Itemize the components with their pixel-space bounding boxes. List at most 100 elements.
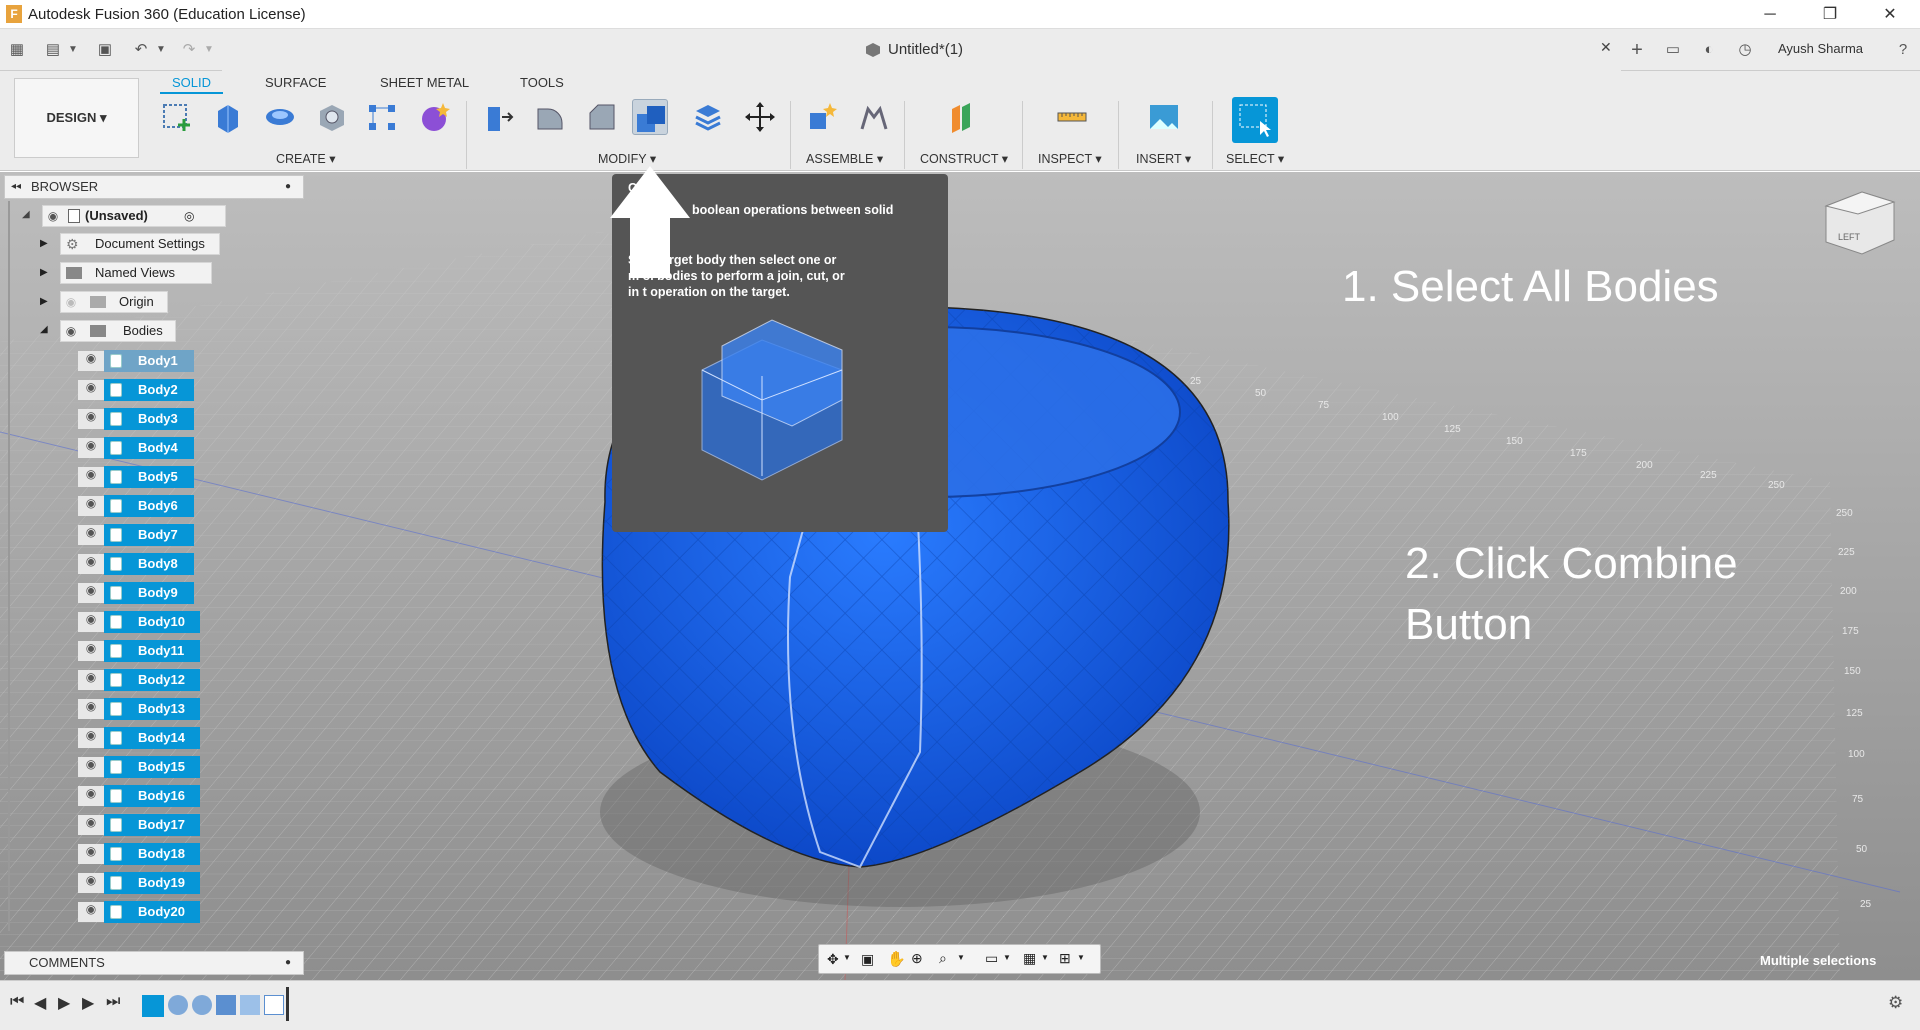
visibility-eye-icon[interactable]: ◉ xyxy=(44,209,62,225)
help-icon[interactable]: ? xyxy=(1892,39,1914,61)
folder-label[interactable]: Named Views xyxy=(60,262,212,284)
body-label[interactable]: Body6 xyxy=(104,495,194,517)
visibility-eye-icon[interactable]: ◉ xyxy=(78,380,104,400)
timeline-revolve-feature[interactable] xyxy=(192,995,212,1015)
visibility-eye-icon[interactable]: ◉ xyxy=(78,641,104,661)
play-icon[interactable]: ▶ xyxy=(58,993,70,1013)
close-window-button[interactable]: ✕ xyxy=(1860,0,1920,29)
fillet-icon[interactable] xyxy=(532,99,568,135)
body-label[interactable]: Body5 xyxy=(104,466,194,488)
body-label[interactable]: Body7 xyxy=(104,524,194,546)
timeline-pattern-feature[interactable] xyxy=(240,995,260,1015)
expand-toggle-icon[interactable]: ◢ xyxy=(40,324,48,335)
go-to-end-icon[interactable]: ⏭ xyxy=(106,993,120,1011)
visibility-eye-icon[interactable]: ◉ xyxy=(78,612,104,632)
body-label[interactable]: Body15 xyxy=(104,756,200,778)
tab-solid[interactable]: SOLID xyxy=(160,75,224,94)
timeline-sketch-feature[interactable] xyxy=(142,995,164,1017)
notifications-icon[interactable]: ▭ xyxy=(1662,39,1684,61)
step-back-icon[interactable]: ◀ xyxy=(34,993,46,1013)
expand-toggle-icon[interactable]: ◢ xyxy=(22,209,30,220)
save-icon[interactable]: ▣ xyxy=(94,39,116,61)
body-label[interactable]: Body12 xyxy=(104,669,200,691)
body-label[interactable]: Body8 xyxy=(104,553,194,575)
clock-icon[interactable]: ◷ xyxy=(1734,39,1756,61)
timeline-marker[interactable] xyxy=(286,987,289,1021)
go-to-start-icon[interactable]: ⏮ xyxy=(10,993,24,1011)
body-label[interactable]: Body2 xyxy=(104,379,194,401)
body-label[interactable]: Body4 xyxy=(104,437,194,459)
visibility-eye-icon[interactable]: ◉ xyxy=(78,902,104,922)
body-label[interactable]: Body16 xyxy=(104,785,200,807)
chamfer-icon[interactable] xyxy=(584,99,620,135)
restore-button[interactable]: ❐ xyxy=(1800,0,1860,29)
body-label[interactable]: Body11 xyxy=(104,640,200,662)
chevron-down-icon[interactable]: ▼ xyxy=(957,953,965,962)
grid-settings-icon[interactable]: ▦ xyxy=(1023,950,1036,967)
visibility-eye-icon[interactable]: ◉ xyxy=(78,496,104,516)
zoom-icon[interactable]: ⌕ xyxy=(939,950,947,967)
modify-menu[interactable]: MODIFY ▾ xyxy=(598,151,656,166)
body-label[interactable]: Body10 xyxy=(104,611,200,633)
tab-tools[interactable]: TOOLS xyxy=(520,75,564,90)
new-tab-icon[interactable]: + xyxy=(1626,39,1648,61)
orbit-icon[interactable]: ✥ xyxy=(827,951,839,968)
timeline-extrude-feature[interactable] xyxy=(216,995,236,1015)
body-label[interactable]: Body1 xyxy=(104,350,194,372)
undo-dropdown-icon[interactable]: ▼ xyxy=(150,39,172,61)
new-component-icon[interactable] xyxy=(804,99,840,135)
shell-icon[interactable] xyxy=(690,99,726,135)
visibility-eye-icon[interactable]: ◉ xyxy=(78,583,104,603)
expand-arrow-icon[interactable]: ▶ xyxy=(40,238,48,249)
joint-icon[interactable] xyxy=(856,99,892,135)
create-menu[interactable]: CREATE ▾ xyxy=(276,151,336,166)
minimize-button[interactable]: ─ xyxy=(1740,0,1800,29)
close-tab-icon[interactable]: ✕ xyxy=(1600,39,1612,56)
activate-radio-icon[interactable]: ◎ xyxy=(184,209,194,223)
measure-icon[interactable] xyxy=(1054,99,1090,135)
visibility-eye-icon[interactable]: ◉ xyxy=(78,409,104,429)
undo-icon[interactable]: ↶ xyxy=(130,39,152,61)
hole-icon[interactable] xyxy=(314,99,350,135)
pattern-icon[interactable] xyxy=(364,99,400,135)
offset-plane-icon[interactable] xyxy=(946,99,982,135)
file-menu-icon[interactable]: ▤ xyxy=(42,39,64,61)
body-label[interactable]: Body17 xyxy=(104,814,200,836)
chevron-down-icon[interactable]: ▼ xyxy=(62,39,84,61)
chevron-down-icon[interactable]: ▼ xyxy=(1041,953,1049,962)
visibility-eye-icon[interactable]: ◉ xyxy=(78,757,104,777)
visibility-eye-icon[interactable]: ◉ xyxy=(62,324,80,340)
visibility-eye-icon[interactable]: ◉ xyxy=(78,873,104,893)
visibility-eye-icon[interactable]: ◉ xyxy=(78,525,104,545)
visibility-eye-icon[interactable]: ◉ xyxy=(78,438,104,458)
body-label[interactable]: Body20 xyxy=(104,901,200,923)
expand-arrow-icon[interactable]: ▶ xyxy=(40,267,48,278)
visibility-eye-icon[interactable]: ◉ xyxy=(78,699,104,719)
chevron-down-icon[interactable]: ▼ xyxy=(1003,953,1011,962)
body-label[interactable]: Body13 xyxy=(104,698,200,720)
visibility-eye-icon[interactable]: ◉ xyxy=(62,295,80,311)
insert-menu[interactable]: INSERT ▾ xyxy=(1136,151,1191,166)
pin-icon[interactable]: ● xyxy=(285,176,291,198)
chevron-down-icon[interactable]: ▼ xyxy=(1077,953,1085,962)
workspace-switcher[interactable]: DESIGN ▾ xyxy=(14,78,139,158)
move-icon[interactable] xyxy=(742,99,778,135)
visibility-eye-icon[interactable]: ◉ xyxy=(78,786,104,806)
redo-icon[interactable]: ↷ xyxy=(178,39,200,61)
assemble-menu[interactable]: ASSEMBLE ▾ xyxy=(806,151,883,166)
display-settings-icon[interactable]: ▭ xyxy=(985,950,998,967)
chevron-down-icon[interactable]: ▼ xyxy=(843,953,851,962)
inspect-menu[interactable]: INSPECT ▾ xyxy=(1038,151,1102,166)
visibility-eye-icon[interactable]: ◉ xyxy=(78,554,104,574)
visibility-eye-icon[interactable]: ◉ xyxy=(78,467,104,487)
document-tab[interactable]: Untitled*(1) ✕ xyxy=(222,29,1621,71)
browser-header[interactable]: ◂◂ BROWSER ● xyxy=(4,175,304,199)
timeline-feature[interactable] xyxy=(264,995,284,1015)
look-at-icon[interactable]: ▣ xyxy=(861,951,874,968)
body-label[interactable]: Body19 xyxy=(104,872,200,894)
timeline-settings-gear-icon[interactable]: ⚙ xyxy=(1888,993,1903,1013)
expand-comments-icon[interactable]: ● xyxy=(285,952,291,974)
extrude-icon[interactable] xyxy=(210,99,246,135)
viewcube[interactable]: LEFT xyxy=(1824,191,1896,255)
insert-image-icon[interactable] xyxy=(1146,99,1182,135)
